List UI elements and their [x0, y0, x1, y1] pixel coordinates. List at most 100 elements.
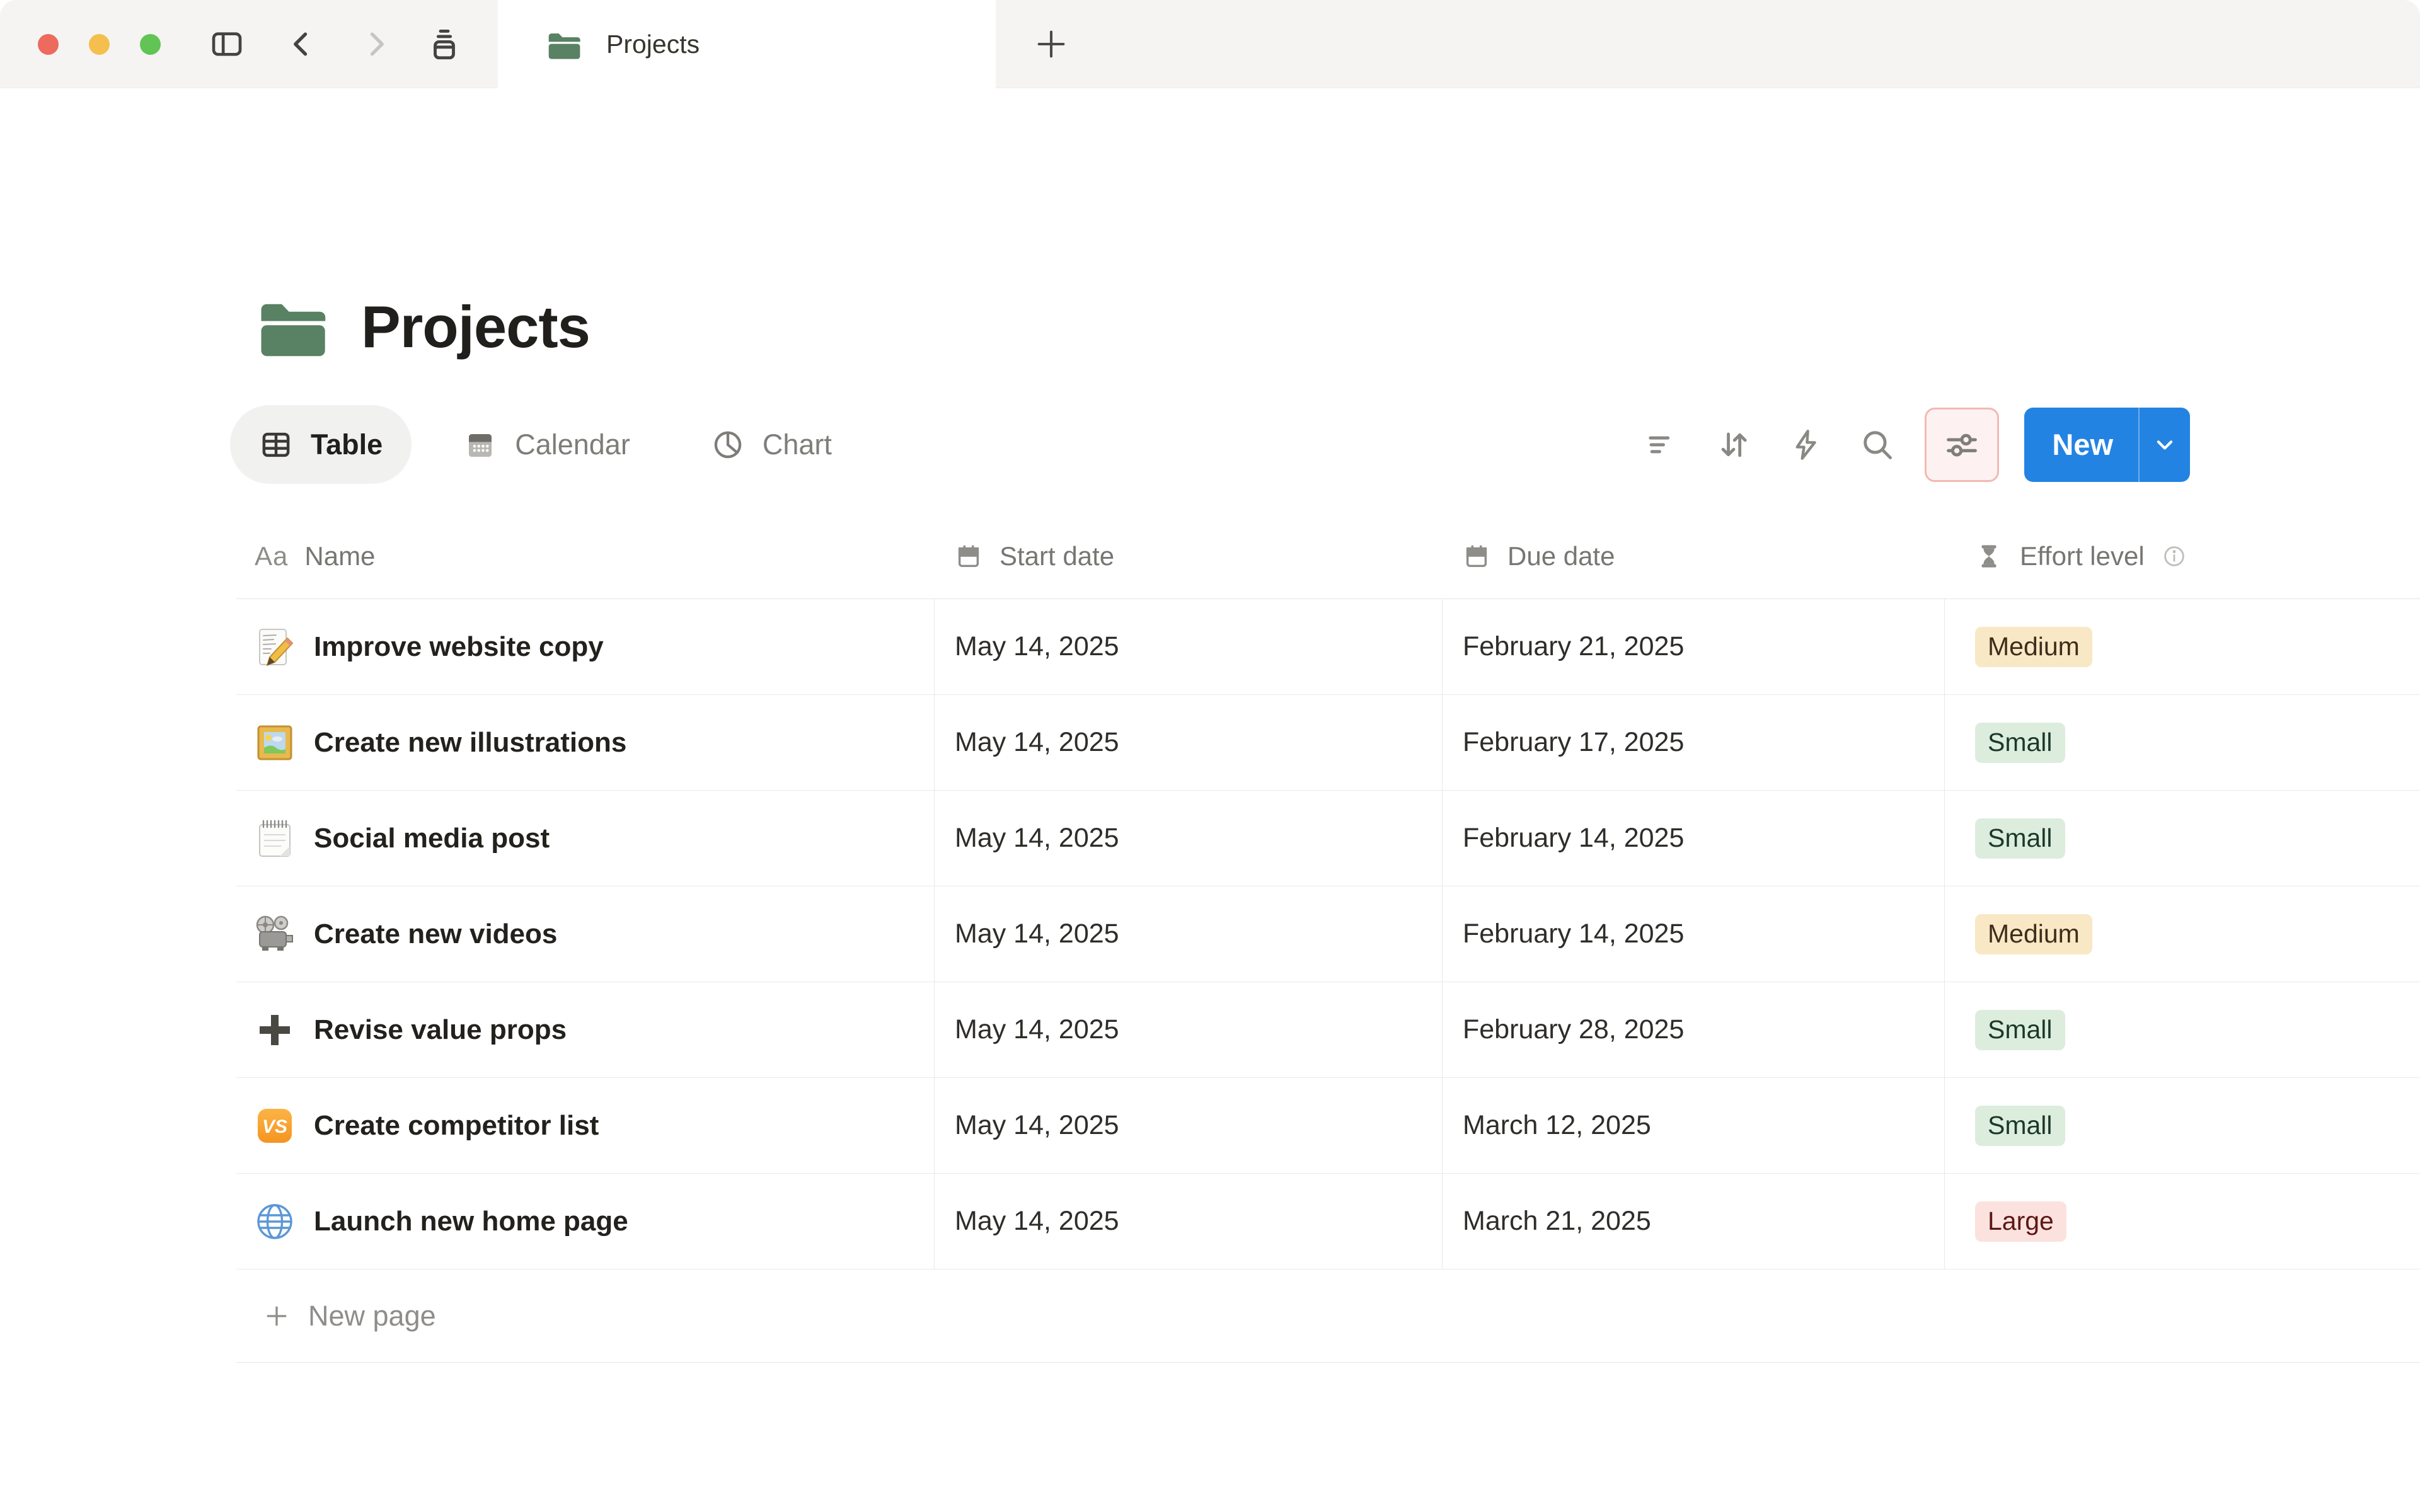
cell-name[interactable]: Create new videos — [236, 886, 934, 982]
view-tab-calendar[interactable]: Calendar — [434, 405, 659, 484]
app-window: Projects Projects Table Calendar Chart N… — [0, 0, 2420, 1512]
calendar-icon — [1466, 545, 1487, 567]
history-icon[interactable] — [423, 23, 466, 66]
effort-badge: Medium — [1975, 914, 2092, 954]
lightning-icon[interactable] — [1776, 415, 1835, 474]
memo-emoji — [259, 628, 293, 666]
toolbar-actions: New — [1620, 407, 2190, 482]
cell-due-date[interactable]: March 21, 2025 — [1442, 1174, 1944, 1269]
forward-chevron-icon[interactable] — [354, 23, 396, 66]
new-page-label: New page — [308, 1299, 436, 1332]
framed-picture-emoji — [257, 725, 292, 760]
pie-chart-icon — [714, 431, 742, 458]
sidebar-toggle-icon[interactable] — [205, 23, 248, 66]
table-header-row: Aa Name Start date Due date Effort level — [236, 513, 2420, 599]
cell-due-date[interactable]: February 14, 2025 — [1442, 886, 1944, 982]
table-icon — [262, 432, 290, 457]
cell-name[interactable]: Launch new home page — [236, 1174, 934, 1269]
cell-due-date[interactable]: February 14, 2025 — [1442, 791, 1944, 886]
cell-start-date[interactable]: May 14, 2025 — [934, 791, 1442, 886]
column-header-effort-level[interactable]: Effort level — [1944, 513, 2420, 598]
column-header-due-date[interactable]: Due date — [1442, 513, 1944, 598]
cell-effort-level[interactable]: Small — [1944, 982, 2420, 1077]
cell-start-date[interactable]: May 14, 2025 — [934, 599, 1442, 694]
cell-due-date[interactable]: February 21, 2025 — [1442, 599, 1944, 694]
cell-start-date[interactable]: May 14, 2025 — [934, 1078, 1442, 1173]
cell-effort-level[interactable]: Small — [1944, 791, 2420, 886]
new-tab-plus-icon[interactable] — [1030, 23, 1073, 66]
effort-badge: Small — [1975, 722, 2065, 763]
cell-name[interactable]: Improve website copy — [236, 599, 934, 694]
table-row[interactable]: VS Create competitor list May 14, 2025 M… — [236, 1078, 2420, 1174]
svg-text:VS: VS — [262, 1116, 287, 1137]
filter-icon[interactable] — [1632, 415, 1691, 474]
cell-start-date[interactable]: May 14, 2025 — [934, 695, 1442, 790]
cell-start-date[interactable]: May 14, 2025 — [934, 1174, 1442, 1269]
view-tab-label: Calendar — [515, 428, 630, 461]
table-row[interactable]: Create new videos May 14, 2025 February … — [236, 886, 2420, 982]
cell-effort-level[interactable]: Small — [1944, 695, 2420, 790]
window-controls — [38, 34, 161, 55]
green-folder-icon[interactable] — [258, 297, 327, 357]
minimize-button[interactable] — [89, 34, 110, 55]
plus-emoji — [260, 1014, 290, 1045]
page-title[interactable]: Projects — [361, 293, 591, 361]
hourglass-icon — [1981, 544, 1997, 568]
close-button[interactable] — [38, 34, 59, 55]
effort-badge: Large — [1975, 1201, 2066, 1242]
movie-camera-emoji — [256, 915, 293, 951]
fullscreen-button[interactable] — [140, 34, 161, 55]
column-header-name[interactable]: Aa Name — [236, 513, 934, 598]
cell-effort-level[interactable]: Small — [1944, 1078, 2420, 1173]
calendar-icon — [958, 545, 979, 567]
view-tab-chart[interactable]: Chart — [682, 405, 861, 484]
table-row[interactable]: Improve website copy May 14, 2025 Februa… — [236, 599, 2420, 695]
plus-icon — [267, 1306, 287, 1326]
sliders-icon — [1947, 433, 1978, 457]
table-row[interactable]: Revise value props May 14, 2025 February… — [236, 982, 2420, 1078]
cell-start-date[interactable]: May 14, 2025 — [934, 886, 1442, 982]
table-row[interactable]: Create new illustrations May 14, 2025 Fe… — [236, 695, 2420, 791]
table-row[interactable]: Social media post May 14, 2025 February … — [236, 791, 2420, 886]
table-row[interactable]: Launch new home page May 14, 2025 March … — [236, 1174, 2420, 1269]
new-page-button[interactable]: New page — [236, 1269, 2420, 1363]
projects-table: Aa Name Start date Due date Effort level… — [236, 513, 2420, 1363]
cell-effort-level[interactable]: Large — [1944, 1174, 2420, 1269]
globe-emoji — [257, 1203, 292, 1239]
view-tab-label: Chart — [762, 428, 832, 461]
cell-name[interactable]: Create new illustrations — [236, 695, 934, 790]
vs-button-emoji: VS — [258, 1108, 292, 1143]
view-tabs: Table Calendar Chart — [230, 405, 861, 484]
titlebar: Projects — [0, 0, 2420, 89]
sort-icon[interactable] — [1704, 415, 1763, 474]
view-settings-button[interactable] — [1925, 407, 2000, 482]
effort-badge: Small — [1975, 818, 2065, 859]
calendar-icon — [469, 433, 492, 457]
cell-name[interactable]: Revise value props — [236, 982, 934, 1077]
cell-due-date[interactable]: February 28, 2025 — [1442, 982, 1944, 1077]
new-button[interactable]: New — [2024, 407, 2190, 482]
tab-projects[interactable]: Projects — [498, 0, 996, 89]
cell-effort-level[interactable]: Medium — [1944, 886, 2420, 982]
new-button-label: New — [2052, 428, 2113, 461]
cell-effort-level[interactable]: Medium — [1944, 599, 2420, 694]
cell-due-date[interactable]: March 12, 2025 — [1442, 1078, 1944, 1173]
info-icon[interactable] — [2161, 543, 2187, 570]
view-toolbar: Table Calendar Chart New — [230, 405, 2190, 484]
search-icon[interactable] — [1848, 415, 1907, 474]
cell-start-date[interactable]: May 14, 2025 — [934, 982, 1442, 1077]
chevron-down-icon[interactable] — [2140, 408, 2190, 482]
tab-title: Projects — [606, 30, 700, 59]
text-aa-icon: Aa — [255, 541, 289, 571]
page-content: Projects Table Calendar Chart New Aa Nam… — [0, 89, 2420, 1512]
view-tab-table[interactable]: Table — [230, 405, 412, 484]
back-chevron-icon[interactable] — [281, 23, 324, 66]
effort-badge: Small — [1975, 1009, 2065, 1050]
spiral-notepad-emoji — [259, 820, 291, 857]
cell-name[interactable]: Social media post — [236, 791, 934, 886]
page-header: Projects — [258, 293, 591, 361]
cell-name[interactable]: VS Create competitor list — [236, 1078, 934, 1173]
column-header-start-date[interactable]: Start date — [934, 513, 1442, 598]
view-tab-label: Table — [311, 428, 383, 461]
cell-due-date[interactable]: February 17, 2025 — [1442, 695, 1944, 790]
